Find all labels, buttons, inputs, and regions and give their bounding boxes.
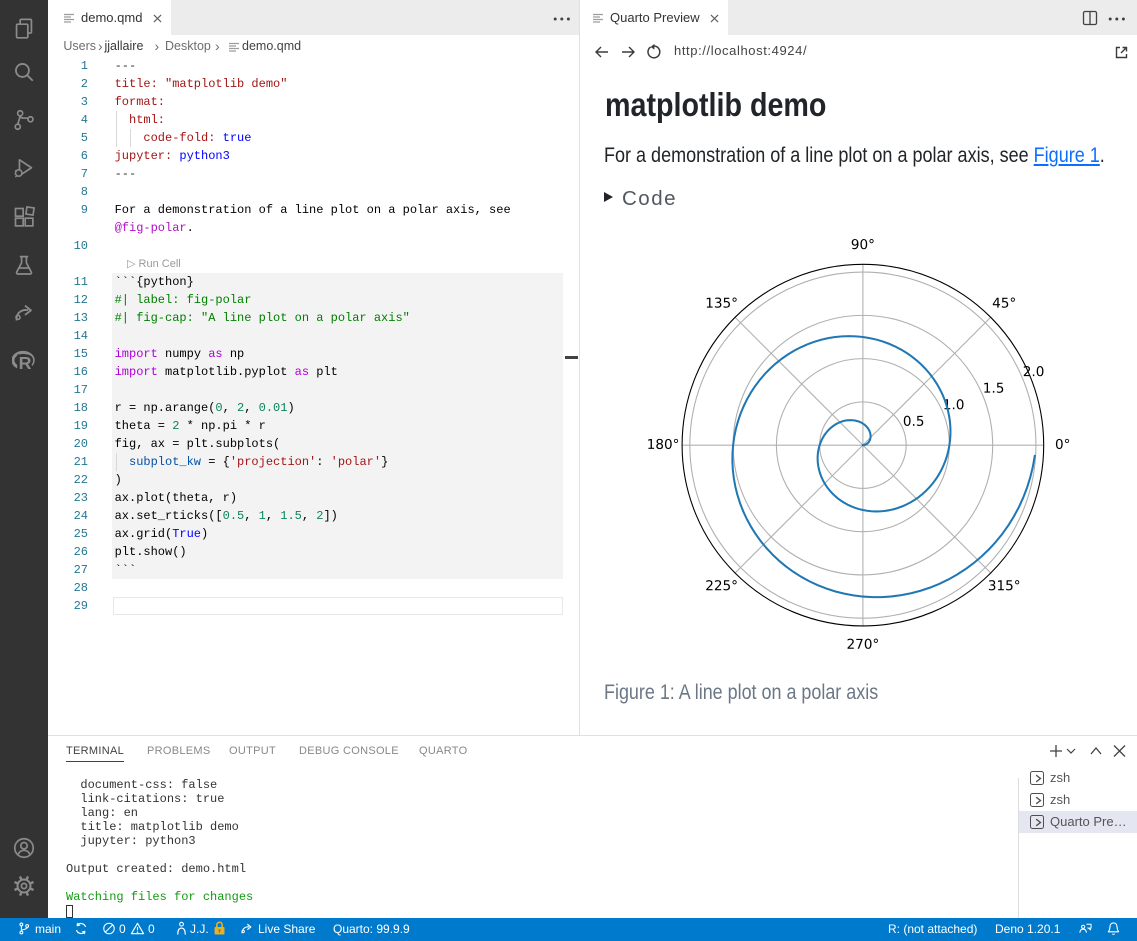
svg-text:R: R [19,353,32,372]
